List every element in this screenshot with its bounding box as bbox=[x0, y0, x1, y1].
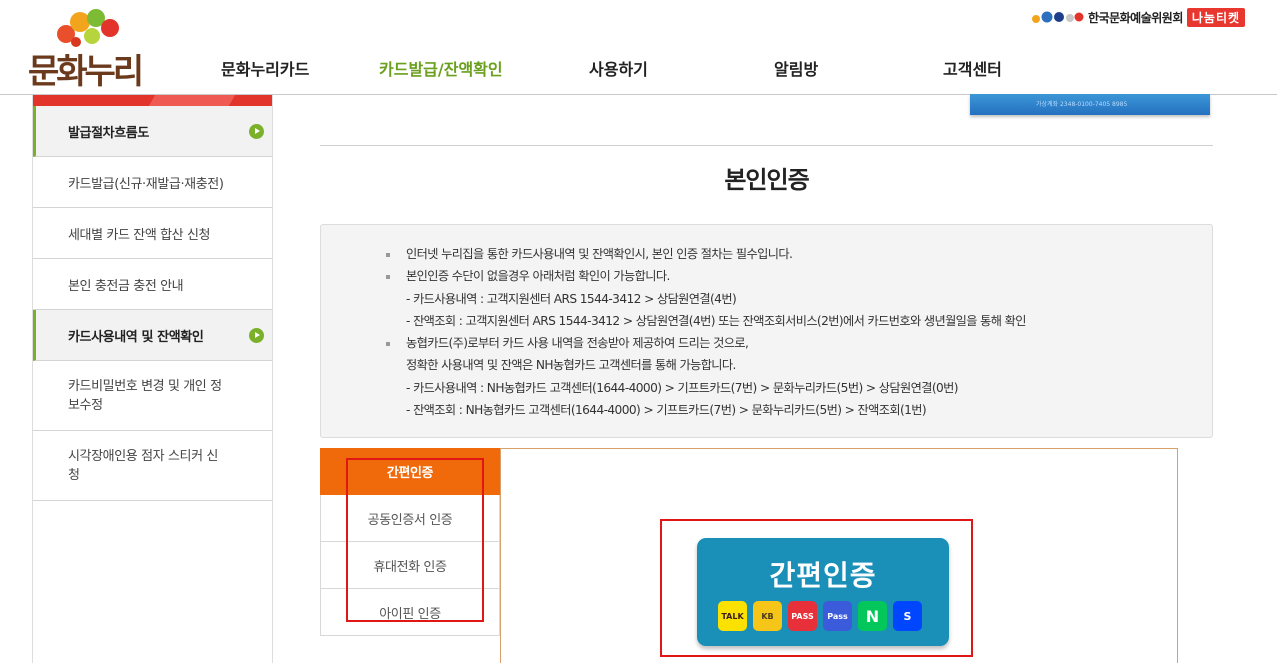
easy-auth-button[interactable]: 간편인증 TALK KB PASS Pass N S bbox=[697, 538, 949, 646]
sidebar-item-label: 시각장애인용 점자 스티커 신청 bbox=[68, 448, 218, 483]
auth-tabs: 간편인증 공동인증서 인증 휴대전화 인증 아이핀 인증 bbox=[320, 448, 500, 636]
sidebar-item-password-change[interactable]: 카드비밀번호 변경 및 개인 정보수정 bbox=[33, 361, 272, 431]
sidebar: 발급절차흐름도 카드발급(신규·재발급·재충전) 세대별 카드 잔액 합산 신청… bbox=[32, 95, 273, 663]
arts-council-name: 한국문화예술위원회 bbox=[1088, 10, 1183, 25]
pass-blue-icon: Pass bbox=[823, 601, 852, 631]
notice-line: - 잔액조회 : 고객지원센터 ARS 1544-3412 > 상담원연결(4번… bbox=[406, 313, 1027, 328]
sidebar-item-self-charge[interactable]: 본인 충전금 충전 안내 bbox=[33, 259, 272, 310]
sidebar-item-household-balance[interactable]: 세대별 카드 잔액 합산 신청 bbox=[33, 208, 272, 259]
sidebar-item-braille-sticker[interactable]: 시각장애인용 점자 스티커 신청 bbox=[33, 431, 272, 501]
logo-text: 문화누리 bbox=[28, 52, 144, 92]
tab-phone-auth[interactable]: 휴대전화 인증 bbox=[320, 542, 500, 589]
nav-munhwanuri-card[interactable]: 문화누리카드 bbox=[221, 56, 309, 80]
tab-easy-auth[interactable]: 간편인증 bbox=[320, 448, 500, 495]
arts-council-link[interactable]: 한국문화예술위원회 나눔티켓 bbox=[1030, 7, 1246, 27]
nav-customer-center[interactable]: 고객센터 bbox=[943, 56, 1002, 80]
nav-usage[interactable]: 사용하기 bbox=[589, 56, 648, 80]
sidebar-top-bar bbox=[33, 95, 272, 106]
naver-icon: N bbox=[858, 601, 887, 631]
notice-line: - 카드사용내역 : 고객지원센터 ARS 1544-3412 > 상담원연결(… bbox=[406, 291, 737, 306]
notice-line: - 카드사용내역 : NH농협카드 고객센터(1644-4000) > 기프트카… bbox=[406, 380, 959, 395]
notice-box: 인터넷 누리집을 통한 카드사용내역 및 잔액확인시, 본인 인증 절차는 필수… bbox=[320, 224, 1213, 438]
site-header: 문화누리 문화누리카드 카드발급/잔액확인 사용하기 알림방 고객센터 한국문화… bbox=[0, 0, 1277, 95]
arrow-right-icon bbox=[249, 328, 264, 343]
banner-text: 가상계좌 2348-0100-7405 8985 bbox=[1036, 101, 1128, 108]
tab-ipin-auth[interactable]: 아이핀 인증 bbox=[320, 589, 500, 636]
notice-line: 본인인증 수단이 없을경우 아래처럼 확인이 가능합니다. bbox=[386, 265, 1212, 287]
sidebar-item-issue-flow[interactable]: 발급절차흐름도 bbox=[33, 106, 272, 157]
title-divider bbox=[320, 145, 1213, 146]
arrow-right-icon bbox=[249, 124, 264, 139]
sidebar-item-label: 카드발급(신규·재발급·재충전) bbox=[68, 176, 224, 192]
banner-strip: 가상계좌 2348-0100-7405 8985 bbox=[970, 94, 1210, 115]
kb-icon: KB bbox=[753, 601, 782, 631]
sidebar-item-label: 본인 충전금 충전 안내 bbox=[68, 278, 184, 294]
page-title: 본인인증 bbox=[724, 166, 809, 194]
nav-card-issue-balance[interactable]: 카드발급/잔액확인 bbox=[379, 56, 503, 80]
pass-red-icon: PASS bbox=[788, 601, 817, 631]
notice-line: 인터넷 누리집을 통한 카드사용내역 및 잔액확인시, 본인 인증 절차는 필수… bbox=[386, 243, 1212, 265]
nanum-ticket-badge[interactable]: 나눔티켓 bbox=[1186, 7, 1246, 27]
nav-notice-room[interactable]: 알림방 bbox=[774, 56, 818, 80]
sidebar-item-card-issue[interactable]: 카드발급(신규·재발급·재충전) bbox=[33, 157, 272, 208]
logo-flower-icon bbox=[57, 9, 119, 47]
easy-auth-title: 간편인증 bbox=[769, 559, 877, 592]
shinhan-icon: S bbox=[893, 601, 922, 631]
sidebar-item-label: 발급절차흐름도 bbox=[68, 125, 149, 141]
tab-certificate-auth[interactable]: 공동인증서 인증 bbox=[320, 495, 500, 542]
notice-line: - 잔액조회 : NH농협카드 고객센터(1644-4000) > 기프트카드(… bbox=[406, 403, 927, 418]
kakao-icon: TALK bbox=[718, 601, 747, 631]
arts-council-logo-icon bbox=[1032, 11, 1084, 23]
sidebar-item-label: 세대별 카드 잔액 합산 신청 bbox=[68, 227, 211, 243]
munhwa-nuri-logo[interactable]: 문화누리 bbox=[28, 8, 150, 92]
auth-provider-icons: TALK KB PASS Pass N S bbox=[718, 601, 922, 631]
sidebar-item-usage-balance[interactable]: 카드사용내역 및 잔액확인 bbox=[33, 310, 272, 361]
notice-line: 농협카드(주)로부터 카드 사용 내역을 전송받아 제공하여 드리는 것으로, bbox=[386, 332, 1212, 354]
notice-line: 정확한 사용내역 및 잔액은 NH농협카드 고객센터를 통해 가능합니다. bbox=[406, 358, 736, 373]
sidebar-item-label: 카드사용내역 및 잔액확인 bbox=[68, 329, 204, 345]
sidebar-item-label: 카드비밀번호 변경 및 개인 정보수정 bbox=[68, 378, 222, 413]
